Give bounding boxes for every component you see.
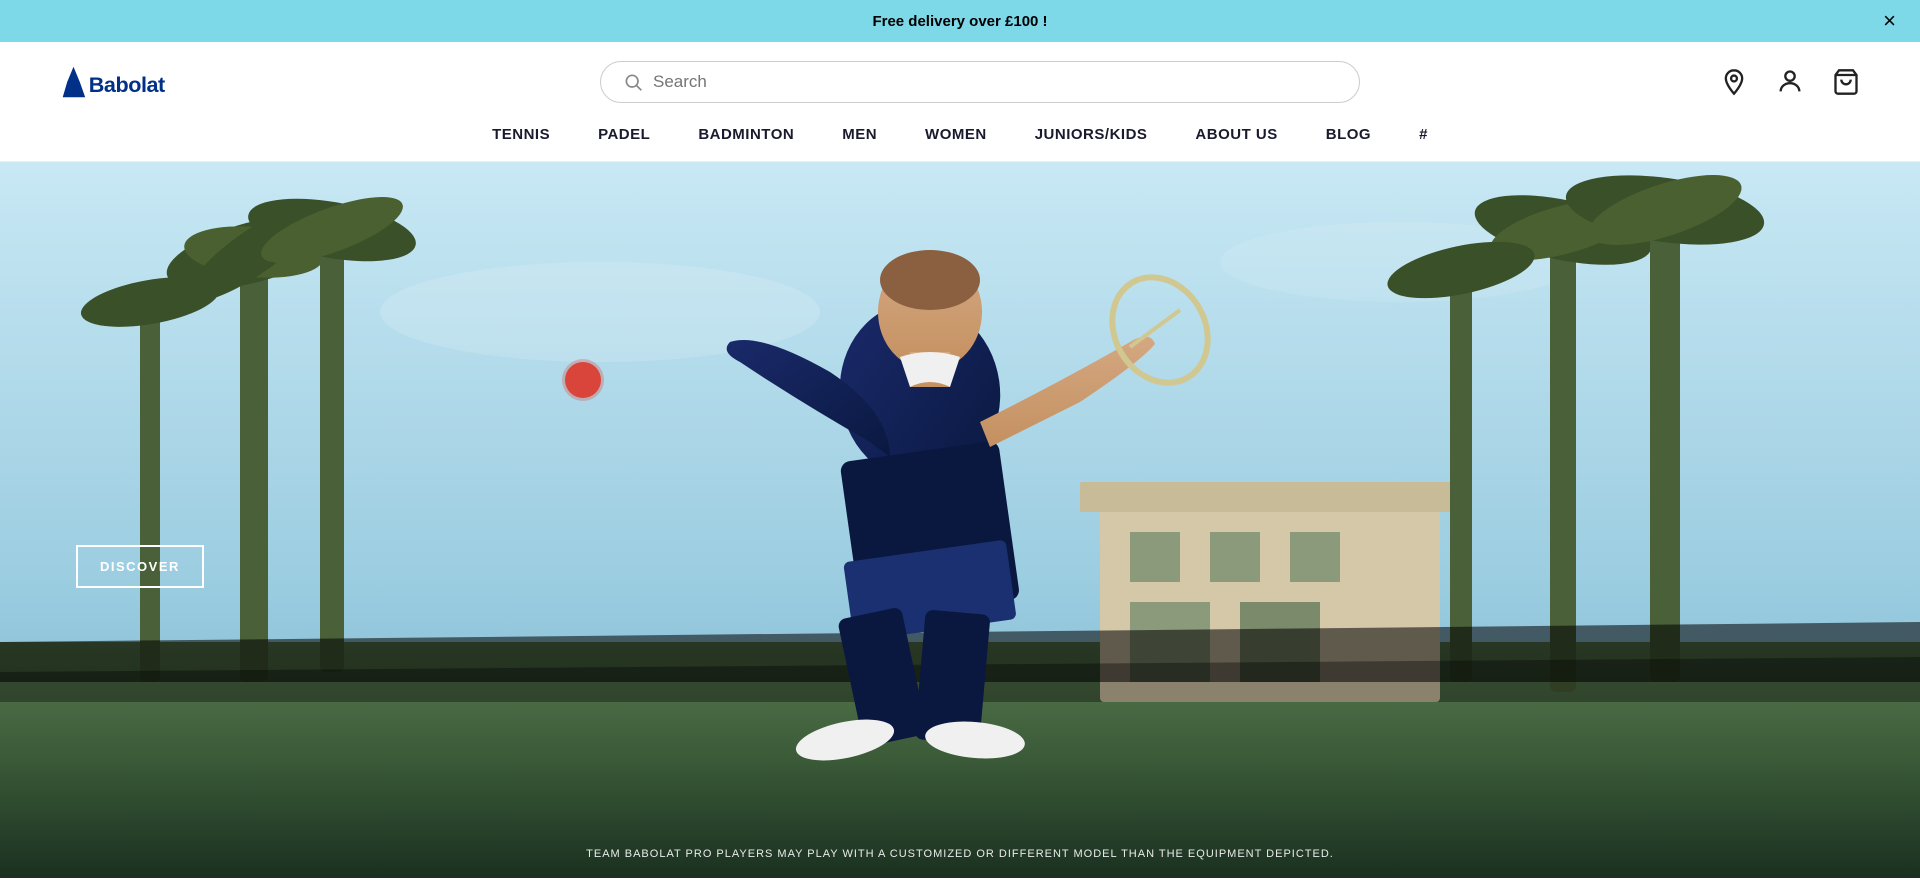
nav-item-badminton[interactable]: BADMINTON [698, 122, 794, 147]
location-button[interactable] [1720, 68, 1748, 96]
hero-scene-svg [0, 162, 1920, 878]
nav-item-hashtag[interactable]: # [1419, 122, 1428, 147]
header-top: Babolat [0, 42, 1920, 122]
search-bar [600, 61, 1360, 103]
location-icon [1720, 68, 1748, 96]
hero-section: DISCOVER TEAM BABOLAT PRO PLAYERS MAY PL… [0, 162, 1920, 878]
nav-item-tennis[interactable]: TENNIS [492, 122, 550, 147]
header-icons [1720, 68, 1860, 96]
cursor-dot [565, 362, 601, 398]
nav-item-padel[interactable]: PADEL [598, 122, 650, 147]
announcement-bar: Free delivery over £100 ! × [0, 0, 1920, 42]
account-button[interactable] [1776, 68, 1804, 96]
account-icon [1776, 68, 1804, 96]
logo[interactable]: Babolat [60, 58, 240, 106]
announcement-close-button[interactable]: × [1883, 10, 1896, 32]
nav-item-about[interactable]: ABOUT US [1195, 122, 1277, 147]
nav-item-women[interactable]: WOMEN [925, 122, 987, 147]
search-input[interactable] [653, 72, 1337, 92]
nav-item-juniors[interactable]: JUNIORS/KIDS [1035, 122, 1148, 147]
cart-button[interactable] [1832, 68, 1860, 96]
discover-button[interactable]: DISCOVER [76, 545, 204, 588]
search-icon [623, 72, 643, 92]
svg-text:Babolat: Babolat [89, 72, 165, 97]
nav-item-men[interactable]: MEN [842, 122, 877, 147]
site-header: Babolat [0, 42, 1920, 162]
logo-svg: Babolat [60, 58, 240, 106]
hero-disclaimer: TEAM BABOLAT PRO PLAYERS MAY PLAY WITH A… [586, 848, 1334, 860]
announcement-text: Free delivery over £100 ! [872, 13, 1047, 30]
nav-item-blog[interactable]: BLOG [1326, 122, 1371, 147]
main-nav: TENNIS PADEL BADMINTON MEN WOMEN JUNIORS… [0, 122, 1920, 161]
cart-icon [1832, 68, 1860, 96]
